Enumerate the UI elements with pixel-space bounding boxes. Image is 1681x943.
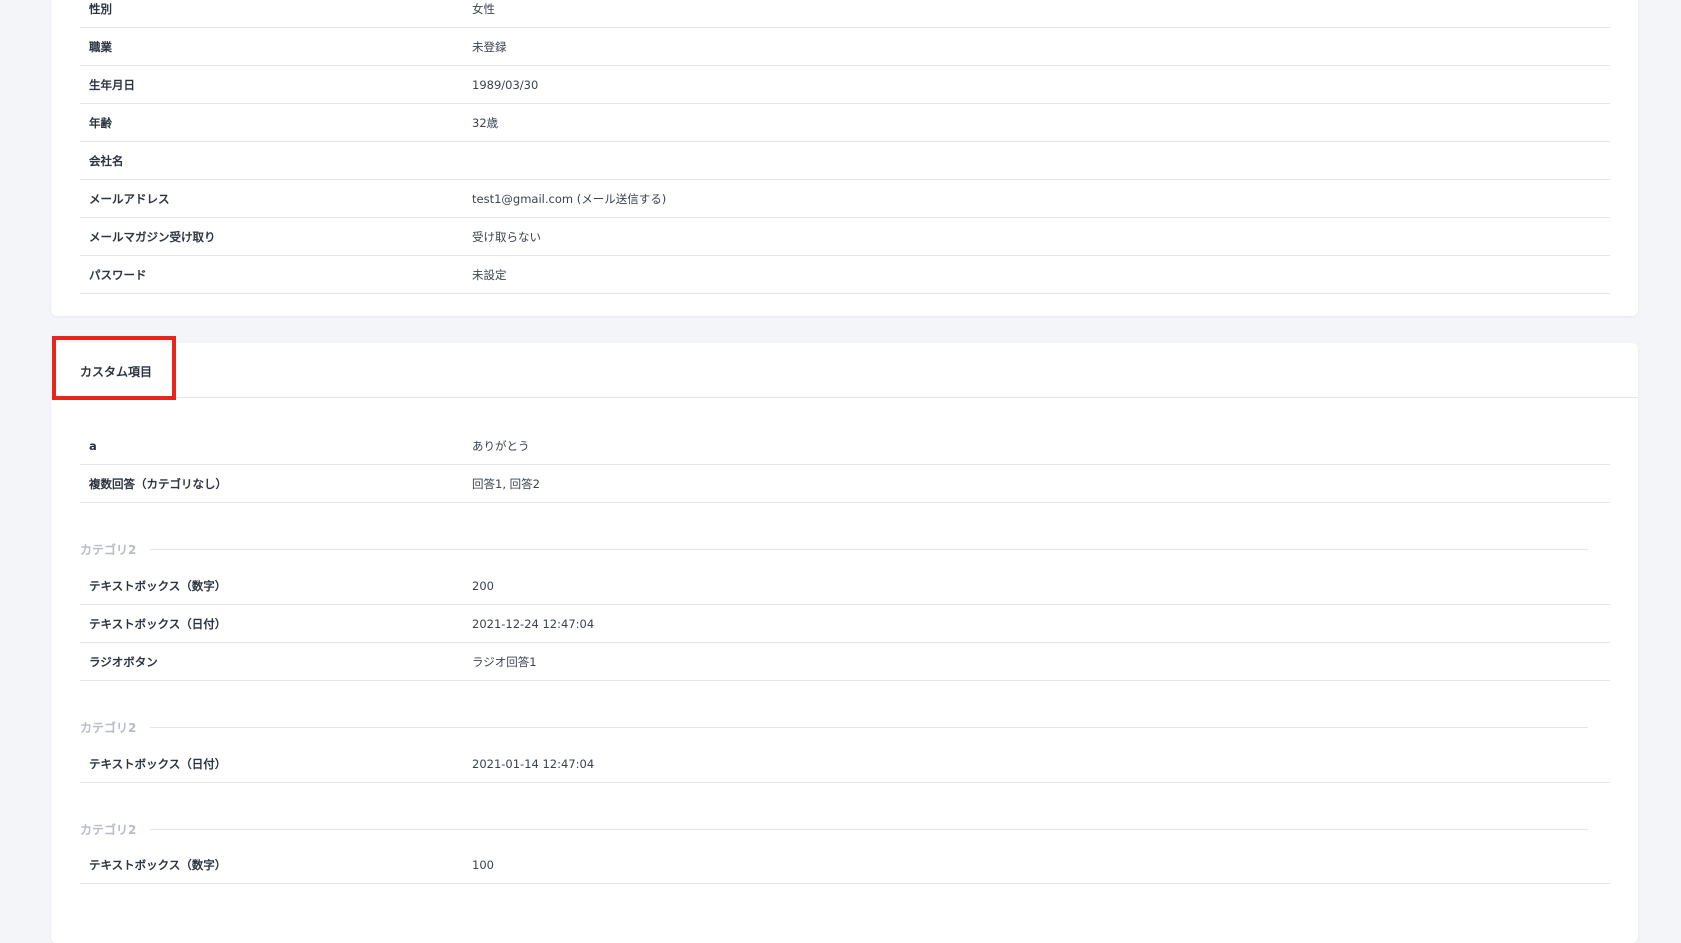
category-label: カテゴリ2	[80, 821, 151, 838]
category-divider	[150, 549, 1588, 550]
custom-value: ラジオ回答1	[472, 654, 537, 669]
profile-row-newsletter: メールマガジン受け取り 受け取らない	[80, 218, 1610, 256]
category-heading: カテゴリ2	[80, 819, 1588, 839]
category-label: カテゴリ2	[80, 719, 151, 736]
profile-row-gender: 性別 女性	[80, 0, 1610, 28]
email-link[interactable]: test1@gmail.com (メール送信する)	[472, 191, 666, 207]
profile-label: 年齢	[89, 115, 112, 130]
custom-row: テキストボックス（数字） 100	[80, 846, 1610, 884]
profile-value: 未設定	[472, 267, 507, 282]
profile-rows: 性別 女性 職業 未登録 生年月日 1989/03/30 年齢 32歳 会社名 …	[80, 0, 1610, 294]
profile-value: 1989/03/30	[472, 77, 539, 92]
custom-row: テキストボックス（日付） 2021-01-14 12:47:04	[80, 745, 1610, 783]
profile-label: メールマガジン受け取り	[89, 229, 216, 244]
custom-label: テキストボックス（数字）	[89, 578, 227, 593]
custom-label: 複数回答（カテゴリなし）	[89, 476, 227, 491]
custom-row: テキストボックス（数字） 200	[80, 567, 1610, 605]
profile-label: 職業	[89, 39, 112, 54]
category-divider	[150, 727, 1588, 728]
custom-rows: a ありがとう 複数回答（カテゴリなし） 回答1, 回答2	[80, 427, 1610, 503]
custom-label: ラジオボタン	[89, 654, 158, 669]
custom-items-header: カスタム項目	[51, 343, 1638, 398]
custom-value: 100	[472, 857, 494, 872]
custom-items-card: カスタム項目 a ありがとう 複数回答（カテゴリなし） 回答1, 回答2 カテゴ…	[51, 343, 1638, 943]
profile-row-occupation: 職業 未登録	[80, 28, 1610, 66]
category-heading: カテゴリ2	[80, 539, 1588, 559]
profile-card: 性別 女性 職業 未登録 生年月日 1989/03/30 年齢 32歳 会社名 …	[51, 0, 1638, 316]
category-heading: カテゴリ2	[80, 717, 1588, 737]
profile-label: メールアドレス	[89, 191, 170, 206]
profile-row-company: 会社名	[80, 142, 1610, 180]
profile-label: 性別	[89, 1, 112, 16]
profile-value: 32歳	[472, 115, 499, 130]
category-rows: テキストボックス（数字） 200 テキストボックス（日付） 2021-12-24…	[80, 567, 1610, 681]
custom-value: 200	[472, 578, 494, 593]
profile-label: 会社名	[89, 153, 124, 168]
profile-row-email: メールアドレス test1@gmail.com (メール送信する)	[80, 180, 1610, 218]
profile-value: 女性	[472, 1, 495, 16]
custom-row: テキストボックス（日付） 2021-12-24 12:47:04	[80, 605, 1610, 643]
profile-row-password: パスワード 未設定	[80, 256, 1610, 294]
category-label: カテゴリ2	[80, 541, 151, 558]
custom-label: a	[89, 438, 97, 453]
custom-label: テキストボックス（数字）	[89, 857, 227, 872]
custom-row: ラジオボタン ラジオ回答1	[80, 643, 1610, 681]
profile-value: 未登録	[472, 39, 507, 54]
profile-row-birthdate: 生年月日 1989/03/30	[80, 66, 1610, 104]
custom-row: a ありがとう	[80, 427, 1610, 465]
custom-value: 2021-12-24 12:47:04	[472, 616, 595, 631]
custom-items-title: カスタム項目	[80, 365, 153, 379]
profile-label: 生年月日	[89, 77, 135, 92]
profile-label: パスワード	[89, 267, 147, 282]
custom-value: ありがとう	[472, 438, 530, 453]
category-rows: テキストボックス（数字） 100	[80, 846, 1610, 884]
custom-row: 複数回答（カテゴリなし） 回答1, 回答2	[80, 465, 1610, 503]
custom-label: テキストボックス（日付）	[89, 756, 227, 771]
profile-row-age: 年齢 32歳	[80, 104, 1610, 142]
category-divider	[150, 829, 1588, 830]
custom-value: 回答1, 回答2	[472, 476, 540, 491]
custom-label: テキストボックス（日付）	[89, 616, 227, 631]
custom-value: 2021-01-14 12:47:04	[472, 756, 595, 771]
profile-value: 受け取らない	[472, 229, 541, 244]
category-rows: テキストボックス（日付） 2021-01-14 12:47:04	[80, 745, 1610, 783]
